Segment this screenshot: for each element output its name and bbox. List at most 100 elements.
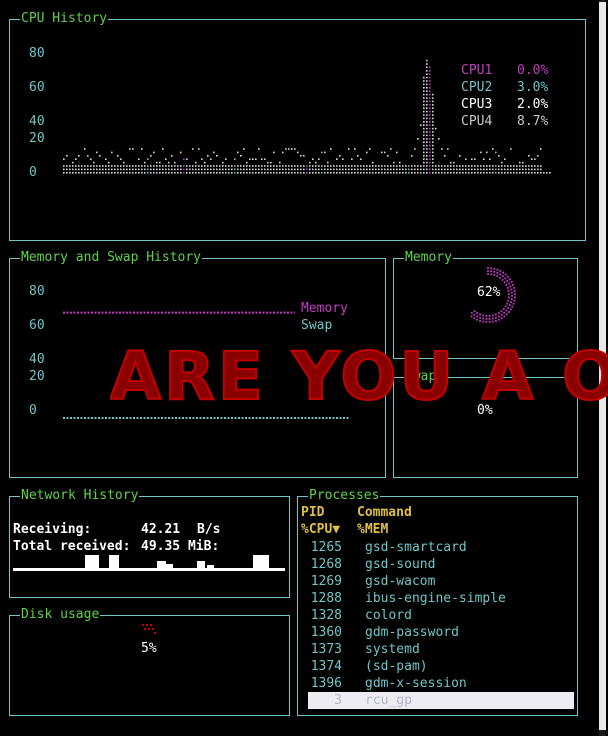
cpu-graph-dot [69, 172, 71, 174]
cpu-graph-dot [495, 165, 497, 167]
cpu-graph-dot [156, 168, 158, 171]
cpu-graph-dot [219, 168, 221, 171]
cpu-graph-dot [96, 172, 98, 174]
cpu-graph-dot [417, 172, 419, 174]
cpu-graph-dot [183, 172, 185, 174]
cpu-graph-dot [477, 168, 479, 171]
process-row[interactable]: 1373 systemd [308, 641, 574, 658]
cpu-graph-dot [381, 165, 383, 167]
cpu-graph-dot [222, 172, 224, 174]
cpu-graph-dot [300, 168, 302, 171]
cpu-graph-dot [252, 158, 254, 160]
cpu-graph-dot [369, 172, 371, 174]
memory-gauge-dot [500, 313, 503, 316]
process-header-cpu[interactable]: %CPU▼ [301, 522, 340, 538]
memory-gauge-dot [503, 315, 506, 318]
process-row[interactable]: 1328 colord [308, 607, 574, 624]
cpu-graph-dot [330, 148, 332, 150]
cpu-graph-dot [300, 165, 302, 167]
cpu-graph-dot [120, 168, 122, 171]
disk-gauge-dot [144, 628, 146, 630]
cpu-graph-dot [309, 161, 311, 164]
cpu-graph-dot [438, 172, 440, 174]
cpu-graph-dot [387, 172, 389, 174]
cpu-graph-dot [159, 172, 161, 174]
cpu-graph-dot [192, 172, 194, 174]
process-row[interactable]: 1269 gsd-wacom [308, 573, 574, 590]
cpu-graph-dot [204, 172, 206, 174]
network-bar [157, 561, 166, 568]
cpu-graph-dot [186, 165, 188, 167]
cpu-graph-dot [153, 172, 155, 174]
network-bar [165, 564, 173, 568]
cpu-graph-dot [495, 151, 497, 154]
cpu-graph-dot [495, 168, 497, 171]
cpu-graph-dot [423, 158, 425, 160]
cpu-graph-dot [429, 83, 431, 86]
process-row[interactable]: 1268 gsd-sound [308, 556, 574, 573]
cpu-graph-dot [309, 165, 311, 167]
cpu-graph-dot [285, 168, 287, 171]
cpu-graph-dot [435, 165, 437, 167]
disk-usage-title: Disk usage [20, 607, 101, 623]
process-row[interactable]: 1265 gsd-smartcard [308, 539, 574, 556]
cpu-ytick-40: 40 [29, 114, 45, 129]
cpu-graph-dot [201, 172, 203, 174]
cpu-graph-dot [525, 165, 527, 167]
cpu-graph-dot [306, 168, 308, 171]
cpu-graph-dot [99, 165, 101, 167]
cpu-graph-dot [438, 138, 440, 140]
cpu-graph-dot [246, 172, 248, 174]
memory-gauge-dot [491, 314, 494, 317]
memory-gauge-dot [488, 315, 491, 317]
cpu-graph-dot [66, 155, 68, 157]
cpu-graph-dot [522, 168, 524, 171]
memory-gauge-dot [491, 317, 494, 320]
cpu-graph-dot [333, 165, 335, 167]
memory-gauge-dot [491, 320, 494, 323]
cpu-graph-dot [498, 155, 500, 157]
cpu-graph-dot [507, 165, 509, 167]
process-row[interactable]: 1396 gdm-x-session [308, 675, 574, 692]
cpu-graph-dot [180, 165, 182, 167]
cpu-graph-dot [123, 161, 125, 164]
scrollbar-thumb[interactable] [599, 2, 606, 730]
process-header-pid[interactable]: PID [301, 505, 324, 521]
cpu-graph-dot [414, 148, 416, 150]
cpu-graph-dot [540, 165, 542, 167]
cpu-graph-dot [291, 168, 293, 171]
receiving-unit: B/s [197, 522, 221, 537]
cpu-graph-dot [435, 127, 437, 130]
cpu-graph-dot [426, 117, 428, 120]
cpu-graph-dot [420, 168, 422, 171]
cpu-graph-dot [528, 165, 530, 167]
process-row[interactable]: 1288 ibus-engine-simple [308, 590, 574, 607]
cpu-graph-dot [495, 172, 497, 174]
cpu-graph-dot [264, 168, 266, 171]
cpu-graph-dot [291, 172, 293, 174]
cpu-graph-dot [129, 172, 131, 174]
process-row[interactable]: 1374 (sd-pam) [308, 658, 574, 675]
cpu-graph-dot [90, 168, 92, 171]
process-header-mem[interactable]: %MEM [357, 522, 388, 538]
memory-gauge-dot [479, 316, 482, 319]
cpu-graph-dot [288, 172, 290, 174]
disk-gauge-dot [152, 628, 154, 630]
cpu-graph-dot [513, 165, 515, 167]
cpu-graph-dot [333, 168, 335, 171]
cpu-graph-dot [219, 172, 221, 174]
memory-gauge-dot [504, 277, 507, 280]
cpu-graph-dot [432, 158, 434, 160]
receiving-label: Receiving: [13, 522, 92, 537]
process-row[interactable]: 1360 gdm-password [308, 624, 574, 641]
cpu-graph-dot [501, 172, 503, 174]
process-row[interactable]: 3 rcu_gp [308, 692, 574, 709]
process-header-command[interactable]: Command [357, 505, 412, 521]
cpu-graph-dot [324, 165, 326, 167]
cpu-graph-dot [510, 165, 512, 167]
memory-gauge-dot [499, 276, 501, 279]
cpu-graph-dot [156, 165, 158, 167]
cpu-graph-dot [330, 165, 332, 167]
cpu-graph-dot [444, 168, 446, 171]
cpu-graph-dot [171, 172, 173, 174]
